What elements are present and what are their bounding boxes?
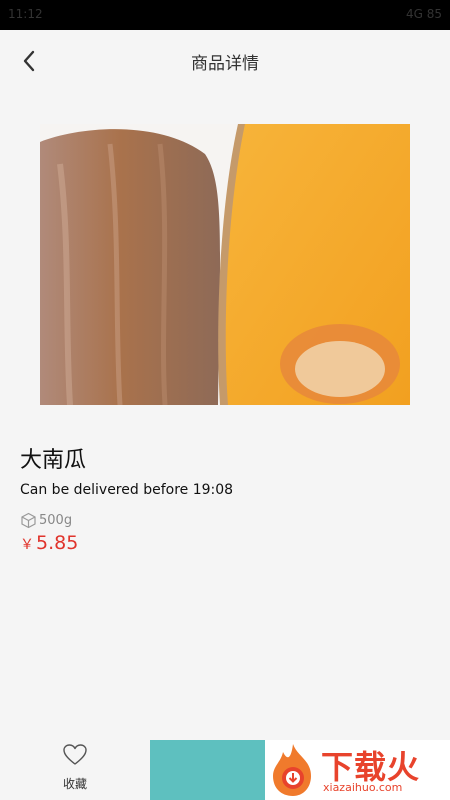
- status-bar: 11:12 4G 85: [0, 0, 450, 30]
- product-price: ￥ 5.85: [20, 532, 78, 554]
- product-name: 大南瓜: [20, 448, 87, 473]
- bottom-bar: 收藏 下载火 xiazaihuo.com: [0, 740, 450, 800]
- title-bar: 商品详情: [0, 30, 450, 90]
- currency-symbol: ￥: [20, 537, 34, 553]
- favorite-button[interactable]: 收藏: [45, 740, 105, 800]
- status-indicators: 4G 85: [405, 7, 442, 21]
- status-time: 11:12: [8, 7, 43, 21]
- watermark-logo: 下载火 xiazaihuo.com: [265, 740, 450, 800]
- flame-icon: [273, 744, 311, 796]
- watermark-url: xiazaihuo.com: [323, 781, 403, 794]
- product-image: [40, 124, 410, 406]
- page-title: 商品详情: [191, 54, 259, 74]
- product-weight: 500g: [39, 512, 73, 528]
- heart-icon: [63, 744, 87, 765]
- weight-row: 500g: [20, 510, 72, 530]
- add-to-cart-button[interactable]: [150, 740, 265, 800]
- favorite-label: 收藏: [62, 777, 87, 791]
- box-icon: [21, 512, 36, 528]
- delivery-time: Can be delivered before 19:08: [20, 482, 234, 498]
- price-value: 5.85: [36, 532, 79, 554]
